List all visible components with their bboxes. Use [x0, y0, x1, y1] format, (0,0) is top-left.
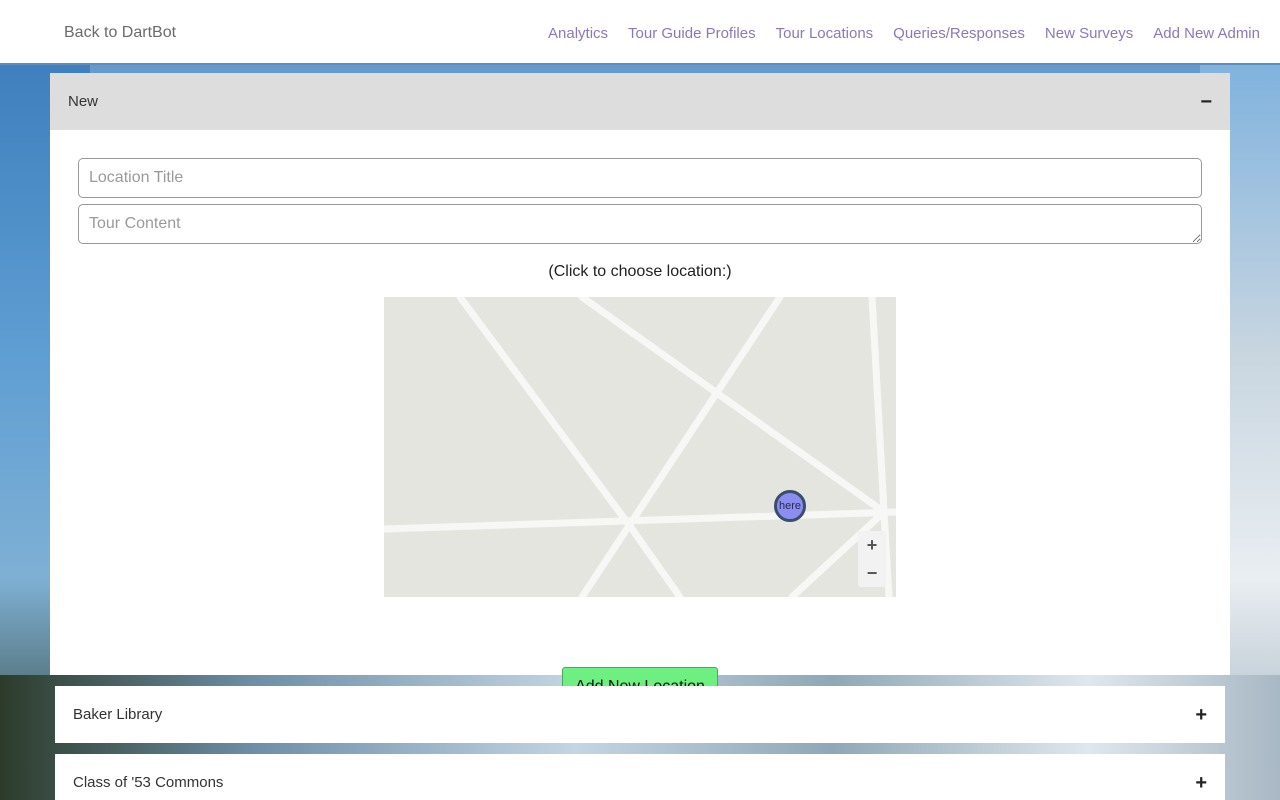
tour-content-textarea[interactable] [78, 204, 1202, 244]
nav-add-new-admin[interactable]: Add New Admin [1153, 25, 1260, 42]
map-zoom-control: + − [858, 531, 886, 587]
new-panel-header[interactable]: New − [50, 73, 1230, 130]
location-panel-class-of-53-commons: Class of '53 Commons + [55, 754, 1225, 800]
zoom-out-button[interactable]: − [858, 559, 886, 587]
top-navbar: Back to DartBot Analytics Tour Guide Pro… [0, 0, 1280, 65]
new-location-panel: New − (Click to choose location:) here [50, 73, 1230, 707]
map-roads [384, 297, 896, 597]
nav-tour-locations[interactable]: Tour Locations [776, 25, 874, 42]
nav-tour-guide-profiles[interactable]: Tour Guide Profiles [628, 25, 756, 42]
nav-analytics[interactable]: Analytics [548, 25, 608, 42]
location-panel-baker-library: Baker Library + [55, 686, 1225, 743]
new-panel-title: New [68, 93, 99, 110]
zoom-in-button[interactable]: + [858, 531, 886, 559]
back-to-dartbot-link[interactable]: Back to DartBot [64, 24, 176, 42]
nav-queries-responses[interactable]: Queries/Responses [893, 25, 1025, 42]
location-title: Class of '53 Commons [73, 774, 224, 791]
selected-location-marker[interactable]: here [774, 490, 806, 522]
expand-plus-icon[interactable]: + [1195, 773, 1207, 793]
expand-plus-icon[interactable]: + [1195, 705, 1207, 725]
location-picker-map[interactable]: here + − [384, 297, 896, 597]
nav-new-surveys[interactable]: New Surveys [1045, 25, 1133, 42]
location-title-input[interactable] [78, 158, 1202, 198]
location-title: Baker Library [73, 706, 163, 723]
map-caption: (Click to choose location:) [548, 263, 732, 280]
baker-library-header[interactable]: Baker Library + [55, 686, 1225, 743]
collapse-minus-icon[interactable]: − [1200, 92, 1212, 112]
class-of-53-commons-header[interactable]: Class of '53 Commons + [55, 754, 1225, 800]
nav-links: Analytics Tour Guide Profiles Tour Locat… [548, 25, 1260, 42]
